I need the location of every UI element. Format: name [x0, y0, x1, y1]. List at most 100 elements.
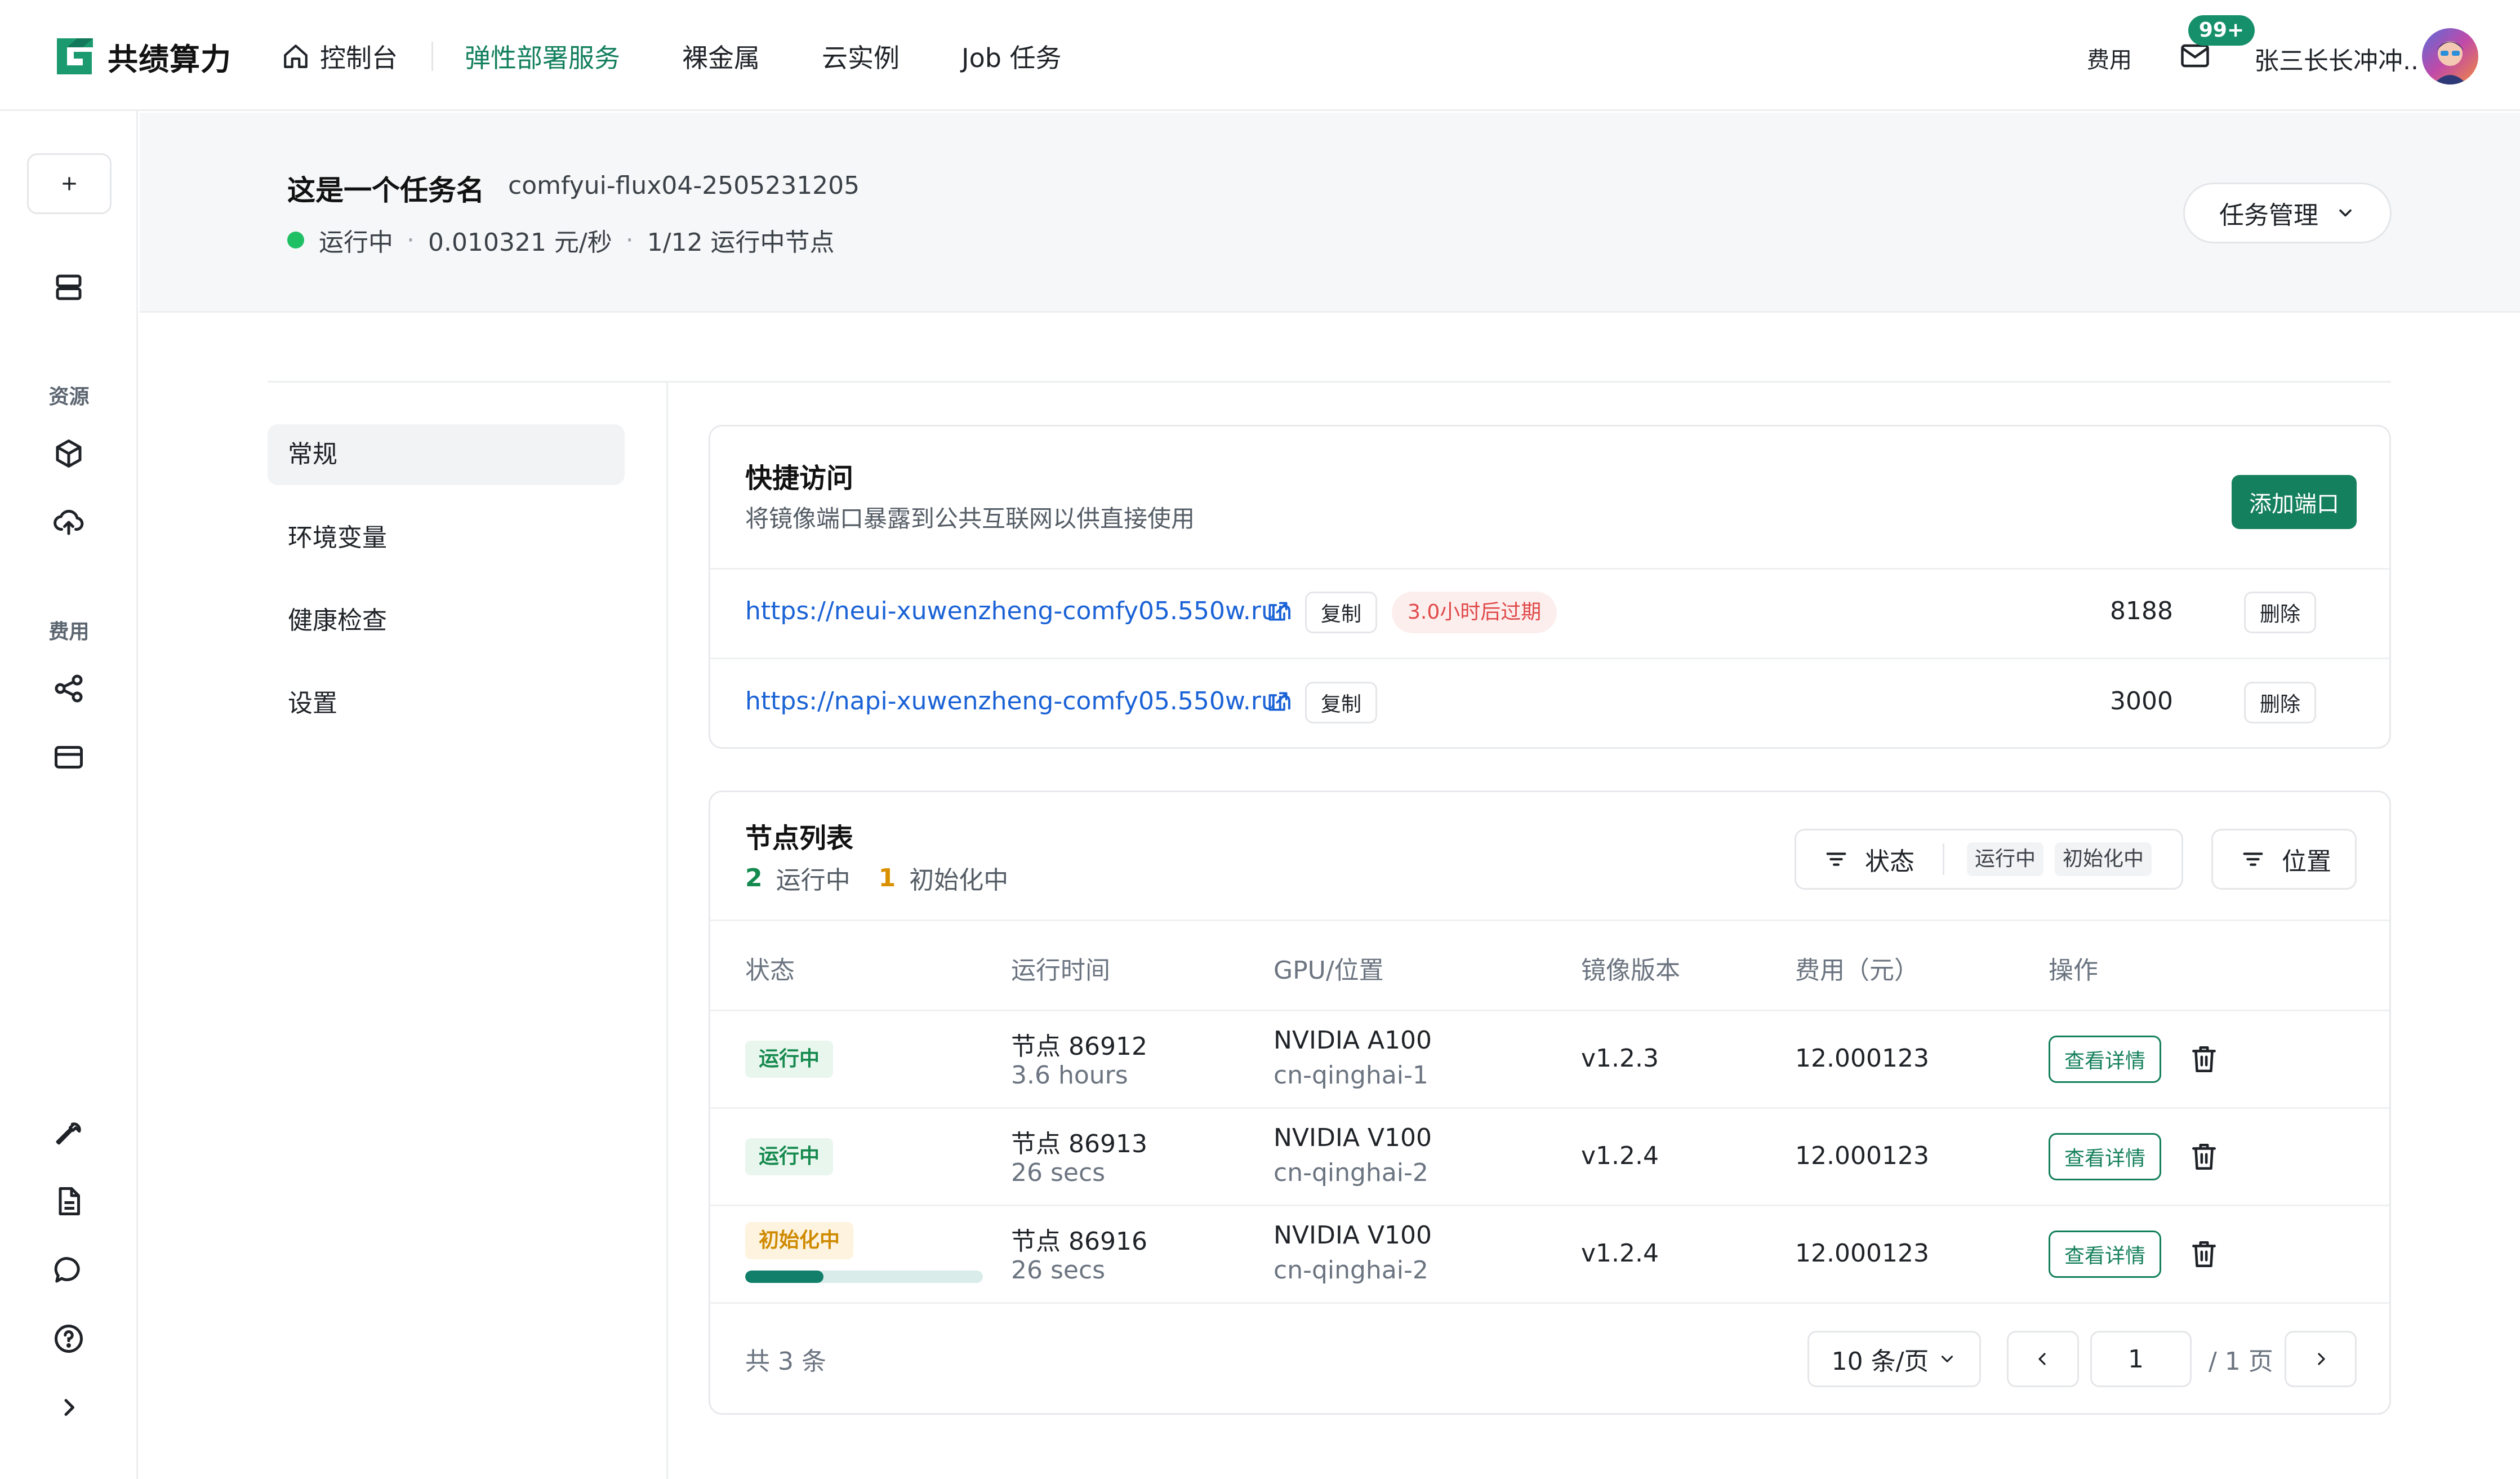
user-name[interactable]: 张三长长冲冲.. [2254, 41, 2417, 77]
chat-icon[interactable] [52, 1253, 86, 1287]
column-header-status: 状态 [745, 956, 795, 985]
quick-access-url-1[interactable]: https://neui-xuwenzheng-comfy05.550w.run [745, 597, 1293, 625]
task-management-label: 任务管理 [2219, 201, 2318, 230]
nav-label-console: 控制台 [320, 43, 398, 73]
subnav-item-settings[interactable]: 设置 [268, 673, 625, 734]
share-icon[interactable] [52, 672, 86, 705]
column-header-actions: 操作 [2049, 956, 2098, 985]
init-progress-fill [745, 1271, 824, 1283]
mail-icon[interactable] [2180, 42, 2210, 70]
rail-section-resources: 资源 [48, 385, 90, 408]
node-gpu: NVIDIA A100 [1274, 1026, 1432, 1055]
node-list-title: 节点列表 [745, 823, 854, 854]
status-tag-running: 运行中 [745, 1041, 834, 1078]
brand-name: 共绩算力 [108, 41, 231, 77]
running-count-label: 运行中 [776, 866, 851, 895]
filter-chip-initializing[interactable]: 初始化中 [2055, 842, 2152, 876]
content-divider [268, 381, 2391, 383]
prev-page-button[interactable] [2007, 1331, 2079, 1387]
status-filter[interactable]: 状态 运行中 初始化中 [1795, 829, 2183, 890]
add-port-button[interactable]: 添加端口 [2232, 475, 2357, 529]
top-bar: 共绩算力 控制台 弹性部署服务 裸金属 云实例 Job 任务 费用 99+ 张三… [0, 0, 2520, 111]
delete-port-button-1[interactable]: 删除 [2244, 592, 2316, 633]
quick-access-card: 快捷访问 将镜像端口暴露到公共互联网以供直接使用 添加端口 https://ne… [709, 425, 2391, 749]
node-id: 节点 86913 [1011, 1130, 1147, 1158]
subnav-divider [666, 383, 668, 1479]
separator-dot: · [625, 225, 634, 255]
delete-port-button-2[interactable]: 删除 [2244, 682, 2316, 723]
external-link-icon[interactable] [1266, 599, 1290, 624]
view-details-button[interactable]: 查看详情 [2049, 1133, 2161, 1180]
expand-chevron-icon[interactable] [52, 1391, 86, 1424]
init-count: 1 [878, 863, 896, 892]
package-icon[interactable] [52, 437, 86, 470]
nav-item-console[interactable]: 控制台 [282, 28, 398, 85]
node-image-version: v1.2.4 [1581, 1239, 1659, 1268]
document-icon[interactable] [52, 1184, 86, 1218]
chevron-left-icon [2038, 1353, 2046, 1365]
avatar-image-icon [2422, 28, 2478, 85]
chevron-down-icon [1942, 1356, 1953, 1362]
filter-divider [1943, 843, 1944, 875]
copy-url-button-2[interactable]: 复制 [1305, 682, 1377, 723]
rail-section-fees: 费用 [48, 620, 90, 643]
node-location: cn-qinghai-2 [1274, 1256, 1428, 1285]
node-runtime: 26 secs [1011, 1158, 1106, 1187]
help-icon[interactable] [52, 1322, 86, 1356]
nav-item-cloud-instance[interactable]: 云实例 [822, 28, 900, 85]
page-number-input[interactable] [2090, 1331, 2192, 1387]
subnav-item-health-check[interactable]: 健康检查 [268, 590, 625, 651]
wrench-icon[interactable] [52, 1115, 86, 1149]
subnav-item-env-vars[interactable]: 环境变量 [268, 508, 625, 568]
copy-url-button-1[interactable]: 复制 [1305, 592, 1377, 633]
filter-chip-running[interactable]: 运行中 [1967, 842, 2044, 876]
expire-tag: 3.0小时后过期 [1392, 592, 1557, 633]
plus-icon [63, 177, 76, 190]
task-price: 0.010321 元/秒 [428, 228, 612, 257]
nav-item-bare-metal[interactable]: 裸金属 [682, 28, 760, 85]
task-management-dropdown[interactable]: 任务管理 [2183, 183, 2392, 243]
init-count-label: 初始化中 [909, 866, 1009, 895]
node-id: 节点 86912 [1011, 1032, 1147, 1061]
status-tag-running: 运行中 [745, 1138, 834, 1175]
trash-icon[interactable] [2190, 1142, 2218, 1172]
nav-item-job[interactable]: Job 任务 [961, 28, 1062, 85]
node-runtime: 26 secs [1011, 1256, 1106, 1285]
node-fee: 12.000123 [1795, 1044, 1929, 1073]
node-gpu: NVIDIA V100 [1274, 1221, 1432, 1250]
filter-icon [2243, 852, 2263, 866]
port-value-2: 3000 [2110, 687, 2173, 716]
nav-label-bare-metal: 裸金属 [682, 43, 760, 73]
status-tag-initializing: 初始化中 [745, 1222, 854, 1259]
page-size-select[interactable]: 10 条/页 [1807, 1331, 1981, 1387]
task-status: 运行中 [319, 228, 393, 257]
credit-card-icon[interactable] [52, 740, 86, 774]
view-details-button[interactable]: 查看详情 [2049, 1231, 2161, 1278]
row-divider [710, 920, 2389, 921]
task-status-line: 运行中 · 0.010321 元/秒 · 1/12 运行中节点 [287, 222, 835, 258]
nav-item-elastic-deploy[interactable]: 弹性部署服务 [465, 28, 620, 85]
fee-link[interactable]: 费用 [2087, 42, 2132, 74]
quick-access-url-2[interactable]: https://napi-xuwenzheng-comfy05.550w.run [745, 687, 1293, 716]
trash-icon[interactable] [2190, 1239, 2218, 1269]
main-nav: 控制台 弹性部署服务 裸金属 云实例 Job 任务 [282, 28, 1062, 85]
node-gpu: NVIDIA V100 [1274, 1123, 1432, 1152]
location-filter[interactable]: 位置 [2211, 829, 2357, 890]
subnav-item-general[interactable]: 常规 [268, 424, 625, 485]
nav-label-elastic-deploy: 弹性部署服务 [465, 43, 620, 73]
next-page-button[interactable] [2285, 1331, 2357, 1387]
create-button[interactable] [27, 153, 112, 214]
task-code: comfyui-flux04-2505231205 [508, 171, 860, 200]
external-link-icon[interactable] [1266, 689, 1290, 714]
avatar[interactable] [2422, 28, 2478, 85]
view-details-button[interactable]: 查看详情 [2049, 1036, 2161, 1083]
server-icon[interactable] [52, 270, 86, 304]
chevron-right-icon [2318, 1353, 2325, 1365]
trash-icon[interactable] [2190, 1044, 2218, 1074]
running-status-dot-icon [287, 232, 304, 248]
page-total: / 1 页 [2209, 1347, 2273, 1376]
running-count: 2 [745, 863, 763, 892]
cloud-upload-icon[interactable] [52, 505, 86, 539]
nav-label-cloud-instance: 云实例 [822, 43, 900, 73]
brand[interactable]: 共绩算力 [55, 35, 231, 78]
